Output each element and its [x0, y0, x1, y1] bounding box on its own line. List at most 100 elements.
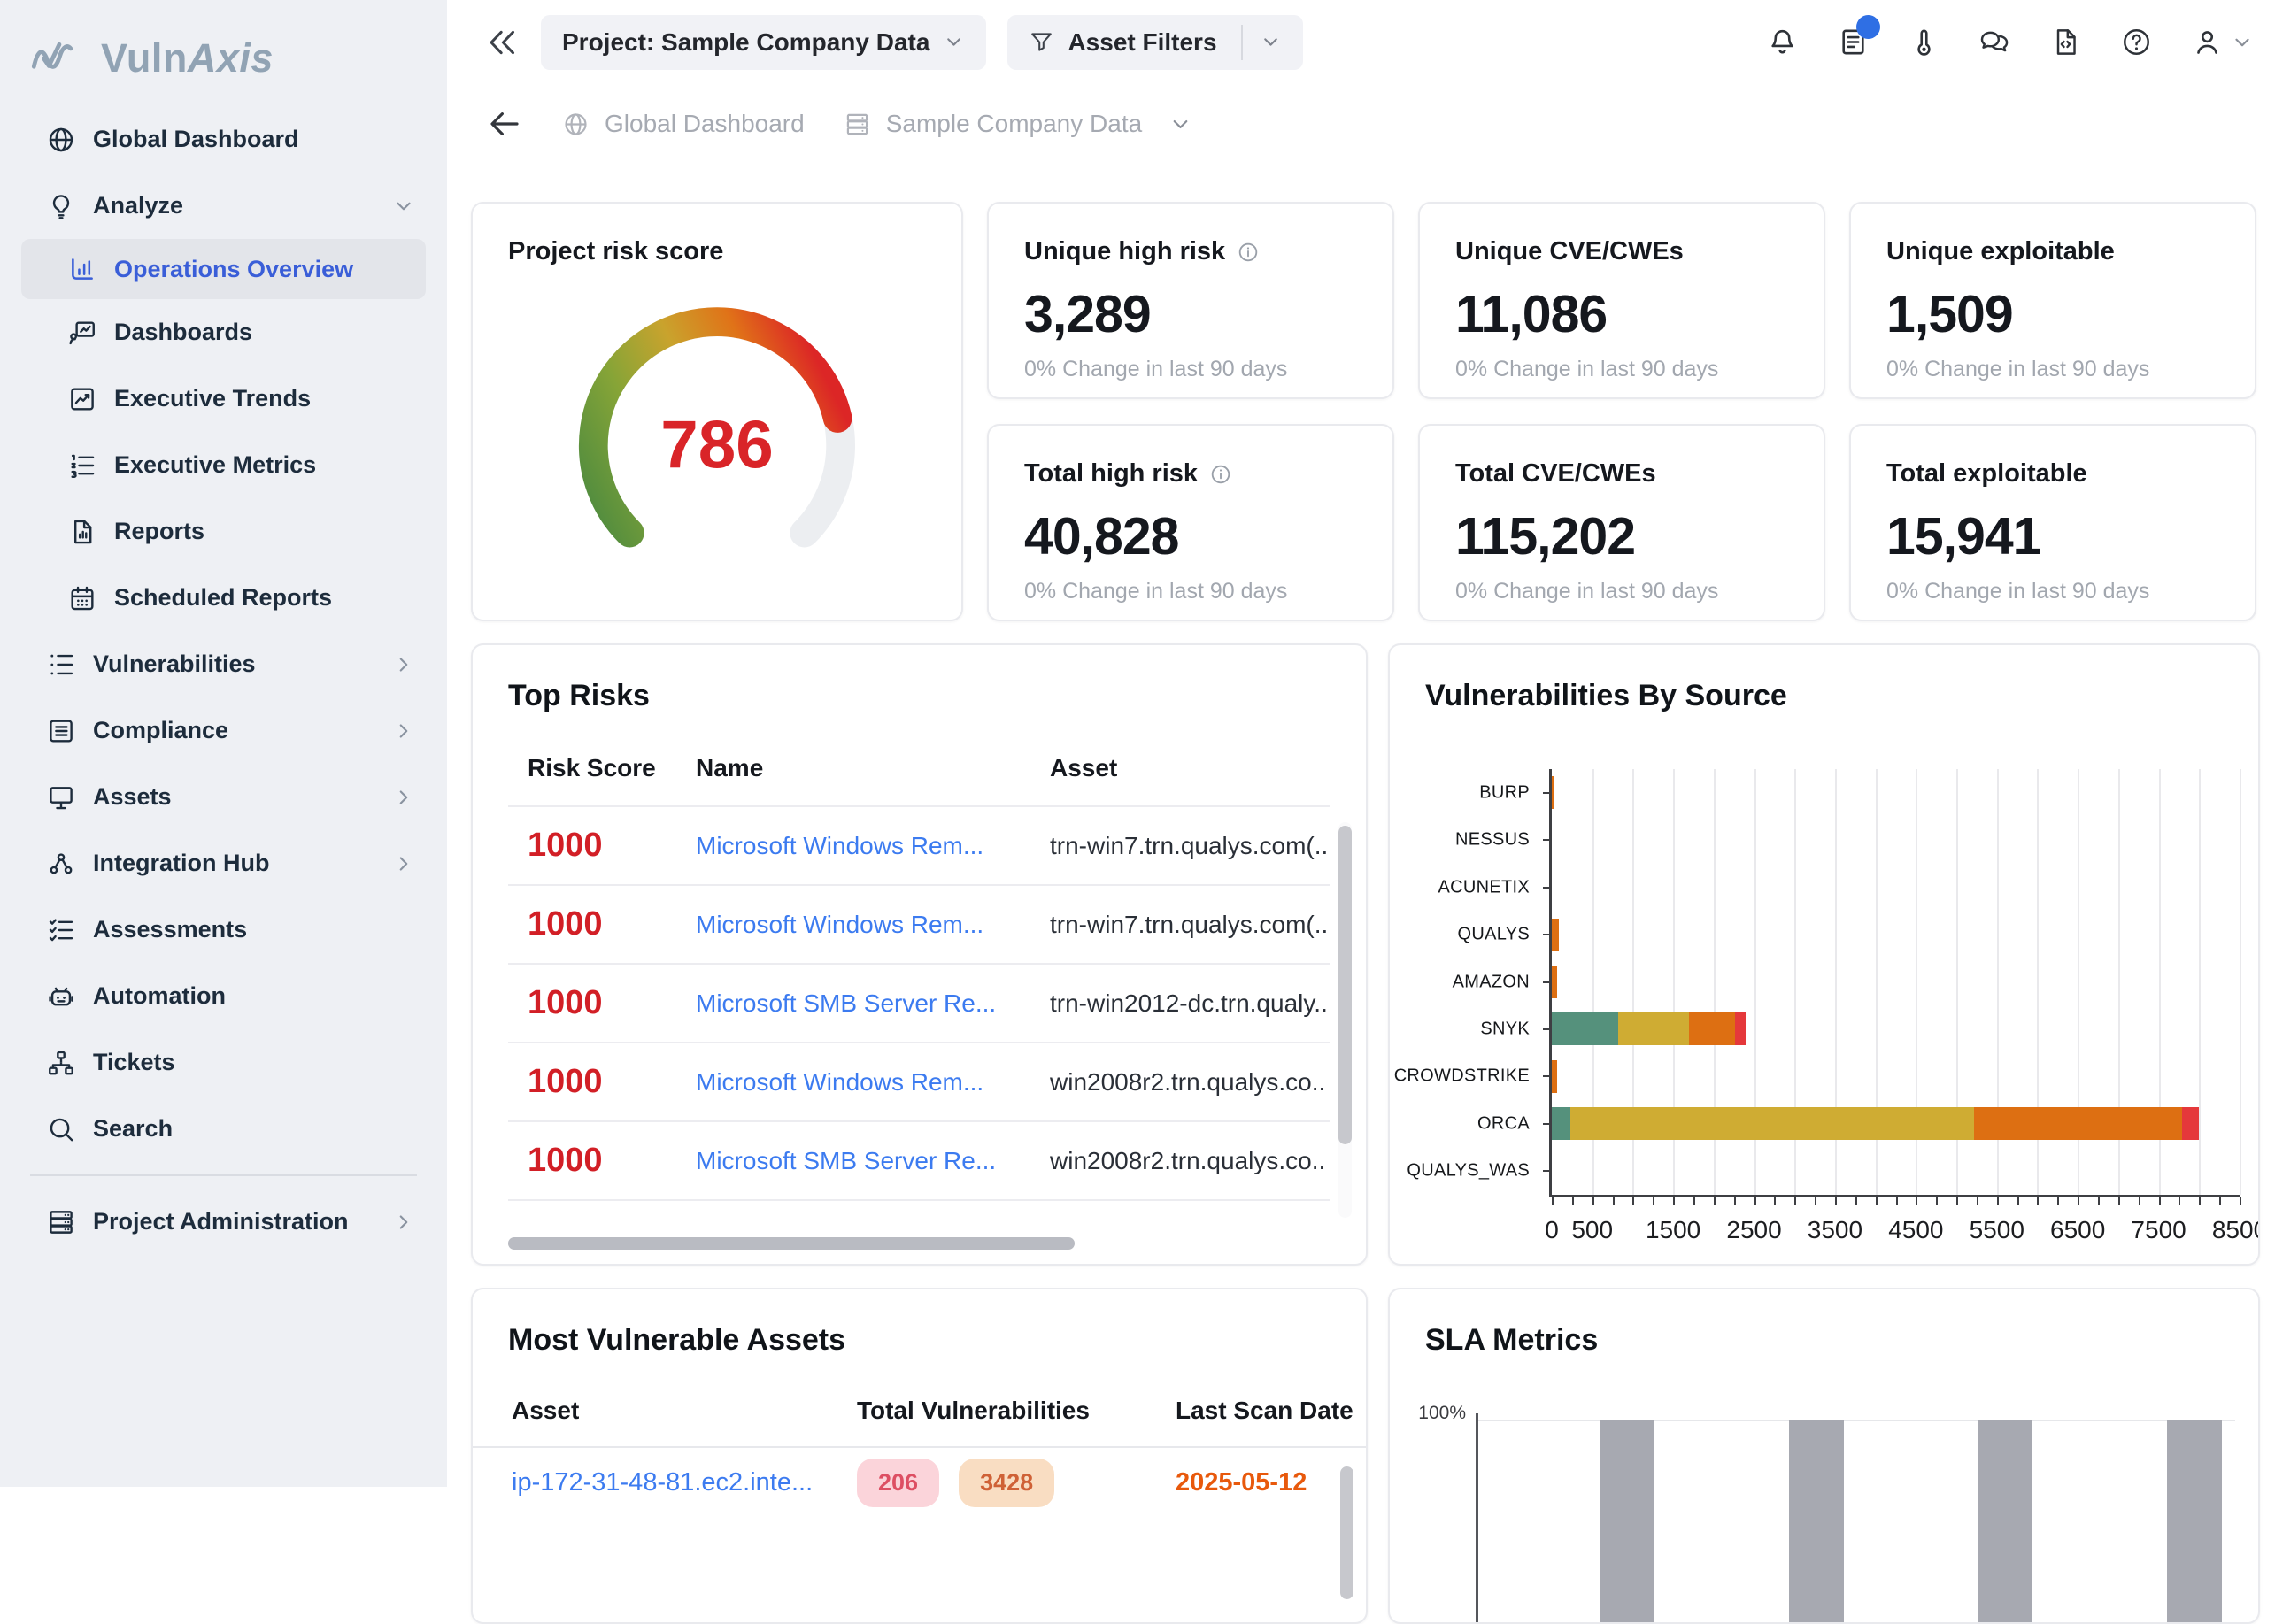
axis-tick-label: 500 — [1571, 1216, 1613, 1244]
chevron-right-icon — [392, 653, 415, 676]
report-document-icon — [67, 517, 97, 547]
tasks-form-icon[interactable] — [1837, 26, 1870, 58]
monitor-icon — [46, 782, 76, 812]
asset-filters-button[interactable]: Asset Filters — [1007, 15, 1302, 70]
category-label: NESSUS — [1455, 830, 1530, 850]
bar-chart-icon — [67, 254, 97, 284]
breadcrumb-sample-company-data[interactable]: Sample Company Data — [844, 110, 1142, 138]
column-header: Name — [696, 754, 1050, 782]
vulnerability-link[interactable]: Microsoft Windows Rem... — [696, 911, 1050, 939]
axis-tick — [1613, 1197, 1615, 1205]
numbered-list-icon — [67, 450, 97, 481]
sidebar-item-automation[interactable]: Automation — [0, 963, 447, 1029]
sidebar-item-integration-hub[interactable]: Integration Hub — [0, 830, 447, 897]
filter-funnel-icon — [1029, 29, 1054, 55]
account-menu[interactable] — [2191, 26, 2254, 58]
sidebar-item-scheduled-reports[interactable]: Scheduled Reports — [0, 565, 447, 631]
sidebar-item-search[interactable]: Search — [0, 1096, 447, 1162]
vulnerability-link[interactable]: Microsoft Windows Rem... — [696, 832, 1050, 860]
sidebar-item-label: Compliance — [93, 717, 228, 744]
axis-tick-label: 3500 — [1808, 1216, 1862, 1244]
sidebar-item-executive-trends[interactable]: Executive Trends — [0, 366, 447, 432]
vulnaxis-logo-icon — [30, 37, 87, 80]
sidebar-item-executive-metrics[interactable]: Executive Metrics — [0, 432, 447, 498]
vulnerabilities-by-source-card: Vulnerabilities By Source BURPNESSUSACUN… — [1388, 643, 2260, 1266]
axis-tick — [1543, 839, 1550, 841]
sidebar-item-reports[interactable]: Reports — [0, 498, 447, 565]
sidebar-item-label: Assets — [93, 783, 172, 811]
help-icon[interactable] — [2120, 26, 2153, 58]
top-risks-card: Top Risks Risk Score Name Asset 1000 Mic… — [471, 643, 1368, 1266]
bar-segment — [1552, 1012, 1618, 1045]
kpi-card-unique-high-risk: Unique high risk 3,289 0% Change in last… — [987, 202, 1394, 399]
thermometer-icon[interactable] — [1908, 26, 1940, 58]
vulnerability-link[interactable]: Microsoft SMB Server Re... — [696, 989, 1050, 1018]
vulnerability-link[interactable]: Microsoft Windows Rem... — [696, 1068, 1050, 1097]
column-header: Last Scan Date — [1176, 1397, 1368, 1425]
kpi-card-unique-cve-cwes: Unique CVE/CWEs 11,086 0% Change in last… — [1418, 202, 1825, 399]
calendar-icon — [67, 583, 97, 613]
kpi-subtitle: 0% Change in last 90 days — [1024, 357, 1392, 382]
sidebar-item-vulnerabilities[interactable]: Vulnerabilities — [0, 631, 447, 697]
sidebar-item-label: Reports — [114, 518, 204, 545]
search-icon — [46, 1114, 76, 1144]
axis-tick — [1714, 1197, 1716, 1205]
table-row: 1000 Microsoft Windows Rem... win2008r2.… — [508, 1043, 1330, 1122]
column-header: Total Vulnerabilities — [857, 1397, 1176, 1425]
sidebar-item-analyze[interactable]: Analyze — [0, 173, 447, 239]
kpi-value: 11,086 — [1455, 284, 1824, 344]
chevron-down-icon[interactable] — [1260, 31, 1282, 53]
scrollbar-thumb[interactable] — [1338, 826, 1352, 1144]
axis-tick — [1855, 1197, 1857, 1205]
presentation-icon — [67, 318, 97, 348]
sidebar-item-assets[interactable]: Assets — [0, 764, 447, 830]
collapse-sidebar-button[interactable] — [484, 25, 520, 60]
sidebar-item-global-dashboard[interactable]: Global Dashboard — [0, 106, 447, 173]
app-title: VulnAxis — [101, 35, 274, 81]
info-icon[interactable] — [1237, 241, 1260, 264]
count-badge-high: 3428 — [959, 1459, 1054, 1507]
breadcrumb-label: Sample Company Data — [886, 110, 1142, 138]
chevron-down-icon[interactable] — [1168, 112, 1192, 136]
globe-icon — [46, 125, 76, 155]
bar-segment — [1735, 1012, 1747, 1045]
category-label: AMAZON — [1453, 972, 1530, 992]
gridline — [2240, 769, 2241, 1195]
horizontal-scrollbar-thumb[interactable] — [508, 1237, 1075, 1250]
chat-icon[interactable] — [1978, 26, 2011, 58]
topbar-icons — [1766, 26, 2254, 58]
bar-segment — [1570, 1107, 1974, 1140]
axis-tick — [1794, 1197, 1796, 1205]
axis-tick — [2098, 1197, 2100, 1205]
vulnerability-link[interactable]: Microsoft SMB Server Re... — [696, 1147, 1050, 1175]
info-icon[interactable] — [1209, 463, 1232, 486]
axis-tick-label: 8500 — [2212, 1216, 2260, 1244]
project-selector[interactable]: Project: Sample Company Data — [541, 15, 986, 70]
notifications-bell-icon[interactable] — [1766, 26, 1799, 58]
risk-score: 1000 — [528, 984, 696, 1022]
chevron-right-icon — [392, 852, 415, 875]
app-logo: VulnAxis — [30, 35, 447, 81]
bar-segment — [1552, 966, 1557, 998]
sidebar-item-dashboards[interactable]: Dashboards — [0, 299, 447, 366]
asset-name: trn-win7.trn.qualys.com(.. — [1050, 911, 1330, 939]
sidebar-item-compliance[interactable]: Compliance — [0, 697, 447, 764]
axis-tick-label: 6500 — [2050, 1216, 2105, 1244]
back-arrow-icon[interactable] — [486, 105, 523, 142]
axis-tick — [1632, 1197, 1634, 1205]
sidebar-item-tickets[interactable]: Tickets — [0, 1029, 447, 1096]
sidebar-item-operations-overview[interactable]: Operations Overview — [21, 239, 426, 299]
asset-link[interactable]: ip-172-31-48-81.ec2.inte... — [512, 1468, 857, 1497]
card-title: SLA Metrics — [1425, 1323, 2258, 1358]
kpi-subtitle: 0% Change in last 90 days — [1455, 579, 1824, 604]
card-title: Vulnerabilities By Source — [1425, 679, 2258, 713]
sidebar-item-label: Global Dashboard — [93, 126, 299, 153]
sidebar-item-project-administration[interactable]: Project Administration — [0, 1189, 447, 1255]
sidebar-item-assessments[interactable]: Assessments — [0, 897, 447, 963]
axis-tick — [1543, 1075, 1550, 1077]
api-code-file-icon[interactable] — [2049, 26, 2082, 58]
breadcrumb: Global Dashboard Sample Company Data — [447, 84, 2275, 164]
axis-tick — [2118, 1197, 2120, 1205]
category-label: QUALYS_WAS — [1407, 1161, 1530, 1181]
breadcrumb-global-dashboard[interactable]: Global Dashboard — [562, 110, 805, 138]
